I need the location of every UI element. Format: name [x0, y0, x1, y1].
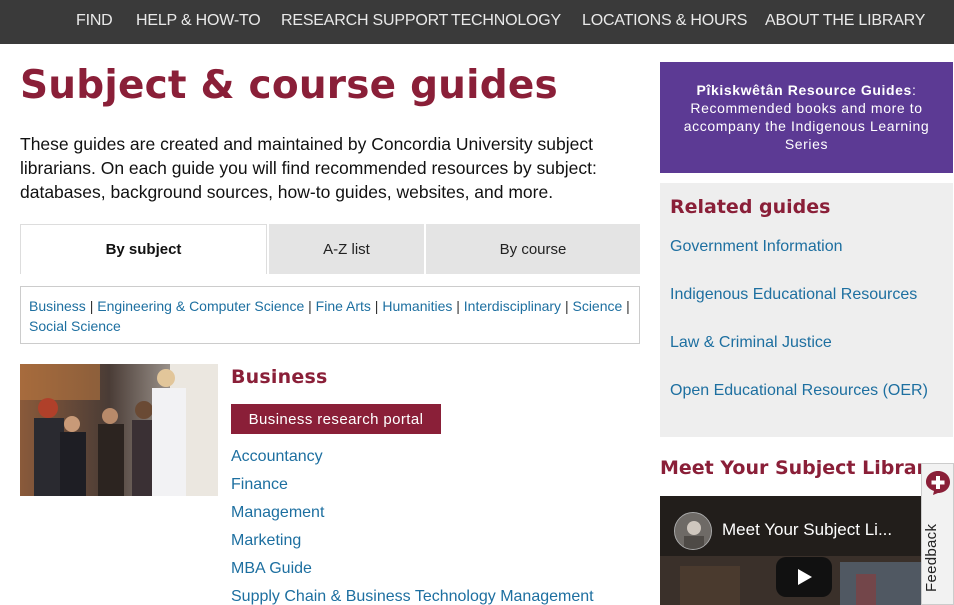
related-link-oer[interactable]: Open Educational Resources (OER): [670, 382, 928, 400]
nav-help-how-to[interactable]: HELP & HOW-TO: [136, 12, 261, 30]
nav-locations-hours[interactable]: LOCATIONS & HOURS: [582, 12, 747, 30]
filter-humanities[interactable]: Humanities: [382, 298, 452, 314]
tab-by-subject[interactable]: By subject: [20, 224, 267, 274]
librarian-video-embed[interactable]: Meet Your Subject Li...: [660, 496, 922, 605]
filter-science[interactable]: Science: [572, 298, 622, 314]
meet-librarian-title: Meet Your Subject Librarian: [660, 457, 922, 479]
page-title: Subject & course guides: [20, 63, 558, 108]
link-mba-guide[interactable]: MBA Guide: [231, 560, 312, 578]
link-accountancy[interactable]: Accountancy: [231, 448, 323, 466]
promo-title: Pîkiskwêtân Resource Guides: [696, 82, 912, 98]
intro-text: These guides are created and maintained …: [20, 134, 597, 202]
guide-tabs: By subject A-Z list By course: [20, 224, 640, 274]
channel-avatar: [674, 512, 712, 550]
top-navigation: FIND HELP & HOW-TO RESEARCH SUPPORT TECH…: [0, 0, 954, 44]
filter-fine-arts[interactable]: Fine Arts: [316, 298, 371, 314]
nav-research-support[interactable]: RESEARCH SUPPORT: [281, 12, 448, 30]
subject-filter-box: Business | Engineering & Computer Scienc…: [20, 286, 640, 344]
play-button[interactable]: [776, 557, 832, 597]
related-link-law-criminal-justice[interactable]: Law & Criminal Justice: [670, 334, 832, 352]
video-title: Meet Your Subject Li...: [722, 520, 893, 539]
filter-interdisciplinary[interactable]: Interdisciplinary: [464, 298, 561, 314]
business-students-photo: [20, 364, 218, 496]
feedback-label: Feedback: [923, 523, 940, 592]
feedback-tab[interactable]: Feedback: [921, 463, 954, 605]
nav-about-the-library[interactable]: ABOUT THE LIBRARY: [765, 12, 925, 30]
feedback-plus-icon: [926, 471, 950, 495]
nav-find[interactable]: FIND: [76, 12, 113, 30]
filter-business[interactable]: Business: [29, 298, 86, 314]
related-guides-title: Related guides: [670, 196, 831, 218]
link-management[interactable]: Management: [231, 504, 324, 522]
link-marketing[interactable]: Marketing: [231, 532, 301, 550]
nav-technology[interactable]: TECHNOLOGY: [451, 12, 561, 30]
tab-by-course[interactable]: By course: [426, 224, 640, 274]
link-finance[interactable]: Finance: [231, 476, 288, 494]
business-section-title: Business: [231, 366, 328, 388]
business-research-portal-button[interactable]: Business research portal: [231, 404, 441, 434]
tab-a-z-list[interactable]: A-Z list: [269, 224, 424, 274]
pikiskwetan-promo-banner[interactable]: Pîkiskwêtân Resource Guides: Recommended…: [660, 62, 953, 173]
promo-description: Recommended books and more to accompany …: [683, 100, 930, 152]
filter-social-science[interactable]: Social Science: [29, 318, 121, 334]
filter-engineering-computer-science[interactable]: Engineering & Computer Science: [97, 298, 304, 314]
promo-colon: :: [911, 82, 917, 98]
related-link-government-information[interactable]: Government Information: [670, 238, 843, 256]
play-icon: [798, 569, 812, 585]
link-supply-chain[interactable]: Supply Chain & Business Technology Manag…: [231, 588, 594, 605]
related-guides-panel: Related guides Government Information In…: [660, 183, 953, 437]
related-link-indigenous-resources[interactable]: Indigenous Educational Resources: [670, 286, 917, 304]
